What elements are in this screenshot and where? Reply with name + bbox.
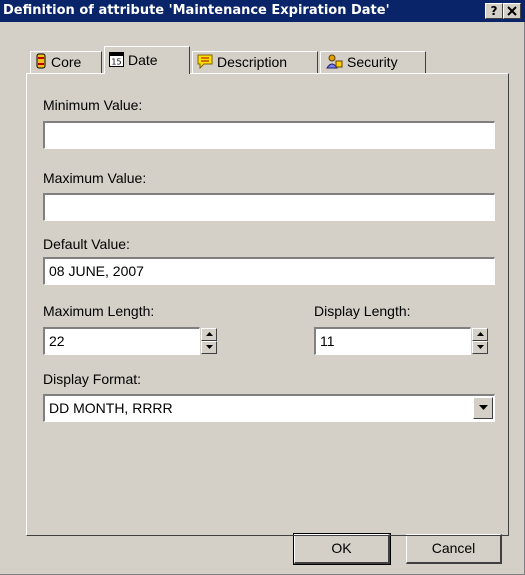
security-icon (326, 54, 343, 69)
close-button[interactable] (503, 3, 521, 19)
title-bar[interactable]: Definition of attribute 'Maintenance Exp… (0, 0, 525, 22)
tab-panel-date (26, 73, 509, 536)
svg-text:15: 15 (111, 58, 121, 67)
tab-core[interactable]: Core (30, 51, 102, 73)
description-icon (197, 54, 213, 69)
tab-date[interactable]: 15 Date (104, 46, 190, 74)
dialog-window: Definition of attribute 'Maintenance Exp… (0, 0, 525, 575)
tab-security[interactable]: Security (320, 51, 426, 73)
tab-description-label: Description (217, 54, 288, 70)
close-icon (507, 6, 517, 16)
tab-date-label: Date (128, 52, 158, 68)
core-icon (36, 53, 46, 69)
tab-security-label: Security (347, 54, 398, 70)
ok-button[interactable]: OK (293, 533, 391, 565)
calendar-icon: 15 (109, 52, 124, 67)
cancel-button[interactable]: Cancel (406, 534, 502, 564)
help-button[interactable]: ? (485, 3, 503, 19)
window-title: Definition of attribute 'Maintenance Exp… (3, 3, 390, 18)
tab-description[interactable]: Description (192, 51, 318, 73)
tab-core-label: Core (51, 54, 82, 70)
